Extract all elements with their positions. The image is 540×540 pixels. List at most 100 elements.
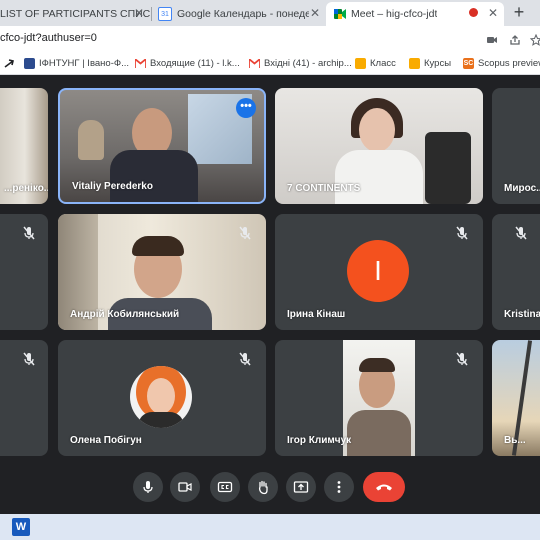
arrow-icon xyxy=(4,58,15,69)
raise-hand-button[interactable] xyxy=(248,472,278,502)
present-screen-button[interactable] xyxy=(286,472,316,502)
participant-tile-pinned[interactable]: ••• Vitaliy Perederko xyxy=(58,88,266,204)
participant-tile[interactable]: Мирос... xyxy=(492,88,540,204)
participant-name: Ірина Кінаш xyxy=(287,309,346,320)
address-bar: cfco-jdt?authuser=0 xyxy=(0,26,540,52)
mic-off-icon xyxy=(512,224,530,242)
camera-button[interactable] xyxy=(170,472,200,502)
os-taskbar: W xyxy=(0,514,540,540)
participant-name: Ігор Климчук xyxy=(287,435,352,446)
tab-participants-list[interactable]: LIST OF PARTICIPANTS СПИСОК ✕ xyxy=(0,2,150,26)
participant-tile[interactable]: Олена Побігун xyxy=(58,340,266,456)
hair-image xyxy=(359,358,395,372)
word-app-icon[interactable]: W xyxy=(12,518,30,536)
participant-tile[interactable]: ...реніко... xyxy=(0,88,48,204)
mic-off-icon xyxy=(236,224,254,242)
scopus-icon: SC xyxy=(463,57,474,69)
participant-tile[interactable] xyxy=(0,340,48,456)
hair-image xyxy=(132,236,184,256)
recording-icon xyxy=(469,8,478,17)
participant-body-image xyxy=(138,412,184,428)
more-options-button[interactable]: ••• xyxy=(236,98,256,118)
captions-button[interactable] xyxy=(210,472,240,502)
close-icon[interactable]: ✕ xyxy=(134,6,144,20)
tab-divider xyxy=(151,7,152,21)
bookmark-item[interactable] xyxy=(4,56,19,70)
url-field[interactable]: cfco-jdt?authuser=0 xyxy=(0,32,97,44)
phone-hangup-icon xyxy=(376,484,392,491)
meet-icon xyxy=(334,9,346,19)
chair-image xyxy=(425,132,471,204)
bookmark-item[interactable]: SC Scopus preview xyxy=(463,56,540,70)
participant-name: Kristina... xyxy=(504,309,540,320)
leave-call-button[interactable] xyxy=(363,472,405,502)
participant-tile[interactable]: I Ірина Кінаш xyxy=(275,214,483,330)
bookmark-item[interactable]: Входящие (11) - l.k... xyxy=(135,56,240,70)
close-icon[interactable]: ✕ xyxy=(310,6,320,20)
participant-name: Вь... xyxy=(504,435,526,446)
participant-name: 7 CONTINENTS xyxy=(287,183,361,194)
close-icon[interactable]: ✕ xyxy=(488,6,498,20)
participant-name: Мирос... xyxy=(504,183,540,194)
tab-meet[interactable]: Meet – hig-cfco-jdt ✕ xyxy=(326,2,504,26)
participant-name: ...реніко... xyxy=(4,183,48,194)
captions-icon xyxy=(217,481,233,493)
bookmark-item[interactable]: ІФНТУНГ | Івано-Ф... xyxy=(24,56,129,70)
mic-off-icon xyxy=(453,350,471,368)
gmail-icon xyxy=(249,58,260,69)
participant-tile[interactable]: Kristina... xyxy=(492,214,540,330)
camera-icon xyxy=(178,482,192,492)
hand-icon xyxy=(258,480,268,495)
crest-icon xyxy=(24,57,35,69)
participant-face-image xyxy=(359,108,395,152)
star-icon[interactable] xyxy=(529,33,540,46)
classroom-icon xyxy=(409,57,420,69)
participant-avatar: I xyxy=(347,240,409,302)
bookmark-label: Входящие (11) - l.k... xyxy=(150,57,240,69)
bookmark-item[interactable]: Вхідні (41) - archip... xyxy=(249,56,352,70)
bookmark-item[interactable]: Класс xyxy=(355,56,396,70)
classroom-icon xyxy=(355,57,366,69)
microphone-icon xyxy=(143,481,153,493)
bookmarks-bar: ІФНТУНГ | Івано-Ф... Входящие (11) - l.k… xyxy=(0,52,540,75)
participant-tile[interactable]: Ігор Климчук xyxy=(275,340,483,456)
more-vert-icon xyxy=(337,481,341,493)
bookmark-item[interactable]: Курсы xyxy=(409,56,451,70)
share-icon[interactable] xyxy=(509,33,521,45)
more-options-control-button[interactable] xyxy=(324,472,354,502)
bookmark-label: Вхідні (41) - archip... xyxy=(264,57,352,69)
participant-body-image xyxy=(110,150,198,202)
participant-avatar xyxy=(130,366,192,428)
tab-google-calendar[interactable]: 31 Google Календарь - понедельник ✕ xyxy=(156,2,326,26)
participant-name: Олена Побігун xyxy=(70,435,142,446)
tab-label: Meet – hig-cfco-jdt xyxy=(351,8,438,20)
participant-video-image xyxy=(343,340,415,456)
gmail-icon xyxy=(135,58,146,69)
bookmark-label: ІФНТУНГ | Івано-Ф... xyxy=(39,57,130,69)
mic-off-icon xyxy=(236,350,254,368)
mic-off-icon xyxy=(20,350,38,368)
microphone-button[interactable] xyxy=(133,472,163,502)
background-person-image xyxy=(78,120,104,160)
camera-icon[interactable] xyxy=(486,33,498,45)
bookmark-label: Класс xyxy=(370,57,396,69)
participant-body-image xyxy=(347,410,411,456)
bookmark-label: Курсы xyxy=(424,57,452,69)
tab-label: LIST OF PARTICIPANTS СПИСОК xyxy=(0,8,150,20)
participant-name: Vitaliy Perederko xyxy=(72,181,153,192)
tab-label: Google Календарь - понедельник xyxy=(177,8,309,20)
mic-off-icon xyxy=(20,224,38,242)
new-tab-button[interactable]: + xyxy=(509,0,529,26)
participant-tile[interactable] xyxy=(0,214,48,330)
participant-body-image xyxy=(335,150,423,204)
bookmark-label: Scopus preview xyxy=(478,57,540,69)
present-icon xyxy=(293,481,309,493)
participant-tile[interactable]: Вь... xyxy=(492,340,540,456)
participant-face-image xyxy=(147,378,175,414)
tab-bar: LIST OF PARTICIPANTS СПИСОК ✕ 31 Google … xyxy=(0,0,540,26)
participant-tile[interactable]: Андрій Кобилянський xyxy=(58,214,266,330)
participant-name: Андрій Кобилянський xyxy=(70,309,180,320)
calendar-icon: 31 xyxy=(158,7,172,21)
mic-off-icon xyxy=(453,224,471,242)
participant-tile[interactable]: 7 CONTINENTS xyxy=(275,88,483,204)
